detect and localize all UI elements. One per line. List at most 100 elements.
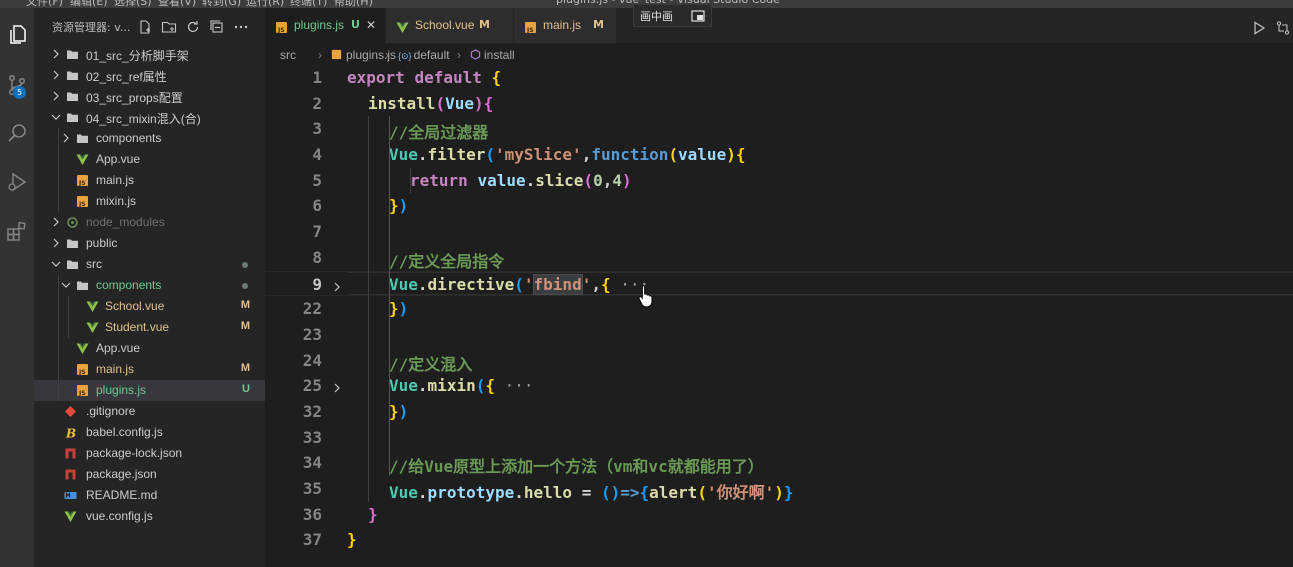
code-line[interactable]: 32}) bbox=[265, 399, 1293, 425]
menu-item[interactable]: 运行(R) bbox=[246, 0, 284, 8]
line-number: 9 bbox=[312, 274, 322, 294]
activity-extensions[interactable] bbox=[0, 214, 34, 248]
compare-changes-icon[interactable] bbox=[1275, 20, 1291, 36]
code-line[interactable]: 7 bbox=[265, 219, 1293, 245]
tab-main-js[interactable]: JS main.js M bbox=[514, 8, 617, 43]
refresh-icon[interactable] bbox=[185, 19, 201, 35]
picture-in-picture-overlay[interactable]: 画中画 bbox=[633, 4, 712, 27]
explorer-title: 资源管理器: v... bbox=[52, 21, 131, 34]
folder-icon bbox=[76, 279, 89, 292]
chevron-right-icon[interactable] bbox=[50, 69, 62, 81]
code-line[interactable]: 3 //全局过滤器 bbox=[265, 116, 1293, 142]
code-line[interactable]: 2 install(Vue){ bbox=[265, 91, 1293, 117]
tree-folder[interactable]: components bbox=[34, 275, 265, 296]
chevron-right-icon[interactable] bbox=[50, 216, 62, 228]
chevron-down-icon[interactable] bbox=[50, 258, 62, 270]
code-line[interactable]: 25 Vue.mixin({ ··· bbox=[265, 373, 1293, 399]
modified-dot-icon bbox=[242, 262, 248, 268]
activity-explorer[interactable] bbox=[0, 18, 34, 52]
code-line[interactable]: 9 Vue.directive('fbind',{ ··· bbox=[265, 270, 1293, 297]
code-line[interactable]: 23 bbox=[265, 322, 1293, 348]
code-line[interactable]: 1 export default { bbox=[265, 65, 1293, 91]
git-file-icon bbox=[64, 405, 77, 418]
breadcrumb-src[interactable]: src bbox=[280, 48, 296, 62]
tab-plugins-js[interactable]: JS plugins.js U ✕ bbox=[265, 8, 386, 43]
menu-item[interactable]: 文件(F) bbox=[26, 0, 63, 8]
menu-item[interactable]: 查看(V) bbox=[158, 0, 196, 8]
chevron-down-icon[interactable] bbox=[50, 111, 62, 123]
code-line[interactable]: 24 //定义混入 bbox=[265, 348, 1293, 374]
code-line[interactable]: 37} bbox=[265, 527, 1293, 553]
new-file-icon[interactable] bbox=[137, 19, 153, 35]
tree-file[interactable]: JS plugins.js U bbox=[34, 380, 265, 401]
code-line[interactable]: 4 Vue.filter('mySlice',function(value){ bbox=[265, 142, 1293, 168]
tree-file[interactable]: App.vue bbox=[34, 149, 265, 170]
tree-file[interactable]: Bbabel.config.js bbox=[34, 422, 265, 443]
tree-file[interactable]: package.json bbox=[34, 464, 265, 485]
folded-ellipsis[interactable]: ··· bbox=[495, 376, 534, 395]
line-number: 4 bbox=[312, 145, 322, 165]
tree-folder[interactable]: components bbox=[34, 128, 265, 149]
code-editor[interactable]: 1 export default {2 install(Vue){3//全局过滤器 4… bbox=[265, 65, 1293, 553]
code-token: fbind bbox=[532, 273, 583, 295]
breadcrumb-default[interactable]: {⊙} default bbox=[398, 48, 450, 62]
chevron-down-icon[interactable] bbox=[60, 279, 72, 291]
more-actions-icon[interactable] bbox=[233, 19, 249, 35]
menu-item[interactable]: 编辑(E) bbox=[70, 0, 108, 8]
tree-file[interactable]: .gitignore bbox=[34, 401, 265, 422]
code-line[interactable]: 33 bbox=[265, 425, 1293, 451]
code-line[interactable]: 34 //给Vue原型上添加一个方法（vm和vc就都能用了） bbox=[265, 450, 1293, 476]
chevron-right-icon[interactable] bbox=[50, 48, 62, 60]
menu-item[interactable]: 转到(G) bbox=[202, 0, 241, 8]
collapse-all-icon[interactable] bbox=[209, 19, 225, 35]
tree-folder[interactable]: public bbox=[34, 233, 265, 254]
code-line[interactable]: 35 Vue.prototype.hello = ()=>{alert('你好啊'… bbox=[265, 476, 1293, 502]
line-number: 32 bbox=[302, 401, 322, 421]
file-tree: 01_src_分析脚手架 02_src_ref属性 03_src_props配置 04… bbox=[34, 44, 265, 527]
tab-school-vue[interactable]: School.vue M bbox=[386, 8, 514, 43]
tree-file[interactable]: README.md bbox=[34, 485, 265, 506]
menu-item[interactable]: 选择(S) bbox=[114, 0, 152, 8]
code-line[interactable]: 5 return value.slice(0,4) bbox=[265, 168, 1293, 194]
line-number: 5 bbox=[312, 170, 322, 190]
tree-folder[interactable]: 04_src_mixin混入(合) bbox=[34, 107, 265, 128]
close-tab-icon[interactable]: ✕ bbox=[366, 18, 376, 32]
code-line[interactable]: 22}) bbox=[265, 296, 1293, 322]
tree-file[interactable]: JS mixin.js bbox=[34, 191, 265, 212]
activity-run-debug[interactable] bbox=[0, 165, 34, 199]
run-icon[interactable] bbox=[1251, 20, 1267, 36]
tree-item-label: main.js bbox=[96, 173, 135, 187]
tree-folder[interactable]: 03_src_props配置 bbox=[34, 86, 265, 107]
folder-icon bbox=[66, 111, 79, 124]
code-token: Vue bbox=[389, 145, 418, 165]
chevron-right-icon[interactable] bbox=[50, 237, 62, 249]
fold-chevron-icon[interactable] bbox=[331, 379, 343, 393]
breadcrumb-install[interactable]: install bbox=[470, 48, 515, 62]
code-line[interactable]: 8 //定义全局指令 bbox=[265, 245, 1293, 271]
fold-chevron-icon[interactable] bbox=[331, 278, 343, 291]
menu-item[interactable]: 帮助(H) bbox=[334, 0, 373, 8]
source-control-badge: 5 bbox=[13, 86, 26, 99]
chevron-right-icon[interactable] bbox=[60, 132, 72, 144]
chevron-right-icon[interactable] bbox=[50, 90, 62, 102]
git-status-badge: U bbox=[242, 383, 250, 395]
tree-file[interactable]: vue.config.js bbox=[34, 506, 265, 527]
activity-source-control[interactable]: 5 bbox=[0, 68, 34, 102]
code-text: } bbox=[347, 530, 357, 549]
tree-file[interactable]: JS main.js bbox=[34, 170, 265, 191]
tree-file[interactable]: package-lock.json bbox=[34, 443, 265, 464]
new-folder-icon[interactable] bbox=[161, 19, 177, 35]
tree-folder[interactable]: 01_src_分析脚手架 bbox=[34, 44, 265, 65]
activity-search[interactable] bbox=[0, 116, 34, 150]
menu-item[interactable]: 终端(T) bbox=[290, 0, 327, 8]
tab-git-status: M bbox=[593, 18, 604, 31]
tree-file[interactable]: JS main.js M bbox=[34, 359, 265, 380]
tree-file[interactable]: App.vue bbox=[34, 338, 265, 359]
tree-folder[interactable]: 02_src_ref属性 bbox=[34, 65, 265, 86]
code-line[interactable]: 36} bbox=[265, 502, 1293, 528]
tree-folder[interactable]: src bbox=[34, 254, 265, 275]
line-number: 3 bbox=[312, 119, 322, 139]
code-line[interactable]: 6}) bbox=[265, 193, 1293, 219]
tree-folder[interactable]: node_modules bbox=[34, 212, 265, 233]
tree-item-label: components bbox=[96, 131, 162, 145]
